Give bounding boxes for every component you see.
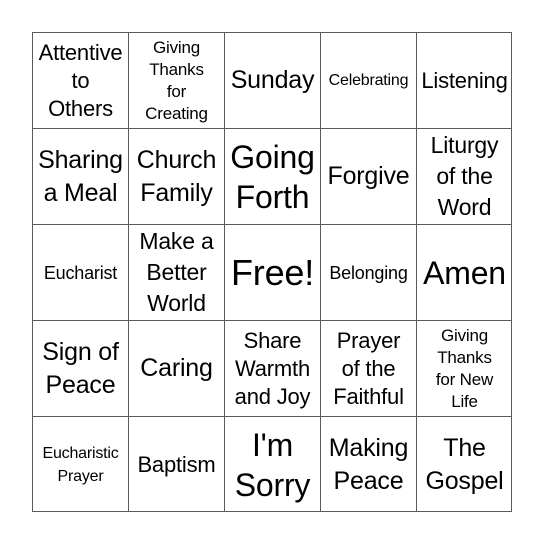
bingo-cell[interactable]: Eucharistic Prayer	[32, 416, 128, 512]
cell-label: Liturgy of the Word	[430, 132, 499, 220]
free-space-label: Free!	[230, 251, 315, 293]
bingo-cell[interactable]: Eucharist	[32, 224, 128, 320]
cell-label: Amen	[423, 254, 506, 291]
bingo-cell[interactable]: Belonging	[320, 224, 416, 320]
cell-label: Church Family	[136, 145, 217, 207]
cell-label: The Gospel	[425, 433, 504, 495]
bingo-cell[interactable]: Sunday	[224, 32, 320, 128]
bingo-cell[interactable]: Make a Better World	[128, 224, 224, 320]
bingo-cell[interactable]: Church Family	[128, 128, 224, 224]
bingo-cell[interactable]: Sign of Peace	[32, 320, 128, 416]
bingo-cell[interactable]: Making Peace	[320, 416, 416, 512]
bingo-cell[interactable]: Sharing a Meal	[32, 128, 128, 224]
free-space-cell[interactable]: Free!	[224, 224, 320, 320]
bingo-cell[interactable]: Celebrating	[320, 32, 416, 128]
cell-label: Going Forth	[230, 138, 315, 215]
cell-label: Eucharistic Prayer	[42, 444, 119, 485]
bingo-cell[interactable]: The Gospel	[416, 416, 512, 512]
cell-label: Giving Thanks for New Life	[435, 325, 494, 411]
cell-label: Prayer of the Faithful	[333, 327, 404, 409]
bingo-cell[interactable]: I'm Sorry	[224, 416, 320, 512]
cell-label: Making Peace	[328, 433, 409, 495]
cell-label: Sharing a Meal	[38, 145, 123, 207]
cell-label: Baptism	[137, 451, 216, 477]
cell-label: Share Warmth and Joy	[234, 327, 311, 409]
bingo-cell[interactable]: Giving Thanks for New Life	[416, 320, 512, 416]
cell-label: Listening	[421, 67, 508, 93]
cell-label: Celebrating	[328, 72, 409, 89]
cell-label: Caring	[140, 354, 213, 382]
cell-label: Eucharist	[43, 262, 118, 283]
bingo-cell[interactable]: Giving Thanks for Creating	[128, 32, 224, 128]
cell-label: Forgive	[327, 162, 410, 190]
bingo-cell[interactable]: Listening	[416, 32, 512, 128]
bingo-cell[interactable]: Forgive	[320, 128, 416, 224]
bingo-cell[interactable]: Prayer of the Faithful	[320, 320, 416, 416]
cell-label: Sunday	[230, 66, 315, 94]
cell-label: Attentive to Others	[38, 39, 123, 121]
cell-label: Giving Thanks for Creating	[145, 37, 208, 123]
cell-label: Make a Better World	[139, 228, 214, 316]
bingo-cell[interactable]: Baptism	[128, 416, 224, 512]
bingo-board: Attentive to Others Giving Thanks for Cr…	[32, 32, 512, 512]
cell-label: Sign of Peace	[42, 337, 119, 399]
cell-label: Belonging	[329, 262, 408, 283]
cell-label: I'm Sorry	[234, 426, 311, 503]
bingo-cell[interactable]: Going Forth	[224, 128, 320, 224]
bingo-cell[interactable]: Caring	[128, 320, 224, 416]
bingo-cell[interactable]: Attentive to Others	[32, 32, 128, 128]
bingo-cell[interactable]: Liturgy of the Word	[416, 128, 512, 224]
bingo-cell[interactable]: Share Warmth and Joy	[224, 320, 320, 416]
bingo-cell[interactable]: Amen	[416, 224, 512, 320]
